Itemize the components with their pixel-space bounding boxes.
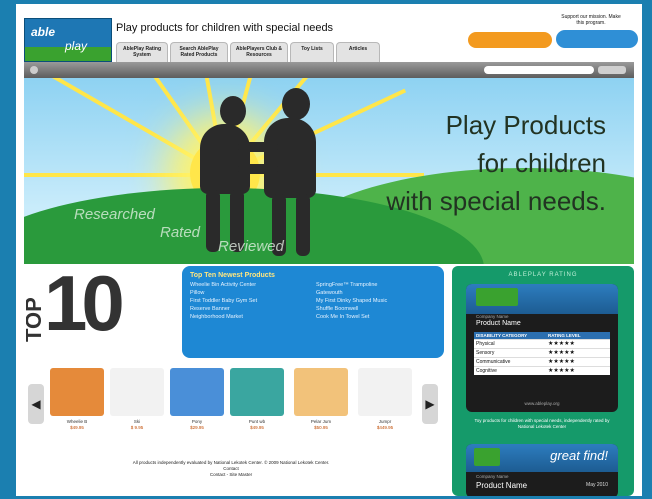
svg-text:TOP: TOP — [26, 297, 44, 342]
ratings-table: DISABILITY CATEGORY RATING LEVEL Physica… — [474, 332, 610, 375]
tab-articles[interactable]: Articles — [336, 42, 380, 62]
star-icons: ★★★★★ — [548, 368, 575, 374]
newest-item[interactable]: My First Dinky Shaped Music — [316, 298, 436, 304]
hero-title: Play Products for children with special … — [386, 110, 606, 216]
logo-text-play: play — [65, 39, 88, 53]
carousel-product[interactable]: Jumpr $449.95 — [358, 368, 412, 430]
top10-graphic: TOP 10 — [26, 259, 186, 348]
hero-word-reviewed: Reviewed — [218, 238, 284, 255]
carousel-product[interactable]: Ski $ 9.95 — [110, 368, 164, 430]
ableplay-logo[interactable]: able play — [24, 18, 112, 62]
card-logo — [476, 288, 518, 306]
newest-item[interactable]: Shuffle Boomwell — [316, 306, 436, 312]
newest-item[interactable]: Reserve Banner — [190, 306, 310, 312]
hero-banner: Play Products for children with special … — [24, 78, 634, 264]
carousel-product[interactable]: Pelar Jum $50.95 — [294, 368, 348, 430]
product-image[interactable] — [294, 368, 348, 416]
carousel-next-button[interactable]: ▶ — [422, 384, 438, 424]
search-button[interactable] — [598, 66, 626, 74]
hero-word-rated: Rated — [160, 224, 201, 241]
tab-players-club[interactable]: AblePlayers Club & Resources — [230, 42, 288, 62]
top10-number: 10 — [44, 259, 125, 347]
tab-toy-lists[interactable]: Toy Lists — [290, 42, 334, 62]
carousel-product[interactable]: Punt wb $49.95 — [230, 368, 284, 430]
product-image[interactable] — [110, 368, 164, 416]
carousel-product[interactable]: Wheelie B $49.95 — [50, 368, 104, 430]
page-frame: able play Play products for children wit… — [16, 4, 642, 496]
home-icon[interactable] — [30, 66, 38, 74]
top-label: TOP — [26, 297, 44, 342]
tab-rating-system[interactable]: AblePlay Rating System — [116, 42, 168, 62]
ratings-row: Cognitive ★★★★★ — [474, 366, 610, 375]
blue-header-button[interactable] — [556, 30, 638, 48]
panel-title: ABLEPLAY RATING — [508, 272, 578, 278]
hero-word-researched: Researched — [74, 206, 155, 223]
logo-text-able: able — [31, 25, 56, 39]
star-icons: ★★★★★ — [548, 350, 575, 356]
ratings-row: Physical ★★★★★ — [474, 339, 610, 348]
ratings-row: Sensory ★★★★★ — [474, 348, 610, 357]
carousel-product[interactable]: Pony $29.95 — [170, 368, 224, 430]
card-product-name: Product Name — [476, 320, 521, 327]
newest-item[interactable]: Gatewouth — [316, 290, 436, 296]
orange-header-button[interactable] — [468, 32, 552, 48]
great-find-card[interactable]: great find! Company Name Product Name Ma… — [466, 444, 618, 496]
newest-item[interactable]: Wheelie Bin Activity Center — [190, 282, 310, 288]
search-input[interactable] — [484, 66, 594, 74]
newest-products-title: Top Ten Newest Products — [190, 272, 275, 279]
newest-products-list: Wheelie Bin Activity Center SpringFree™ … — [190, 282, 436, 320]
card2-logo — [474, 448, 500, 466]
ratings-row: Communicative ★★★★★ — [474, 357, 610, 366]
nav-bar — [24, 62, 634, 78]
site-tagline: Play products for children with special … — [116, 22, 334, 34]
product-image[interactable] — [358, 368, 412, 416]
support-text: Support our mission. Make this program. — [561, 14, 621, 26]
great-find-label: great find! — [550, 448, 608, 463]
star-icons: ★★★★★ — [548, 359, 575, 365]
newest-item[interactable]: SpringFree™ Trampoline — [316, 282, 436, 288]
product-carousel: ◀ Wheelie B $49.95 Ski $ 9.95 Pony $29.9… — [24, 366, 444, 446]
product-image[interactable] — [170, 368, 224, 416]
carousel-prev-button[interactable]: ◀ — [28, 384, 44, 424]
rating-card[interactable]: Company Name Product Name DISABILITY CAT… — [466, 284, 618, 412]
star-icons: ★★★★★ — [548, 341, 575, 347]
rating-panel: ABLEPLAY RATING Company Name Product Nam… — [452, 266, 634, 496]
newest-item[interactable]: First Toddler Baby Gym Set — [190, 298, 310, 304]
card-url: www.ableplay.org — [524, 401, 560, 406]
product-image[interactable] — [230, 368, 284, 416]
main-nav-tabs: AblePlay Rating System Search AblePlay R… — [116, 42, 380, 62]
newest-item[interactable]: Neighborhood Market — [190, 314, 310, 320]
tab-search-products[interactable]: Search AblePlay Rated Products — [170, 42, 228, 62]
newest-item[interactable]: Cook Me In Towel Set — [316, 314, 436, 320]
footer-note: All products independently evaluated by … — [132, 460, 330, 477]
panel-description: Toy products for children with special n… — [474, 418, 610, 429]
newest-item[interactable]: Pillow — [190, 290, 310, 296]
product-image[interactable] — [50, 368, 104, 416]
newest-products-box: Top Ten Newest Products Wheelie Bin Acti… — [182, 266, 444, 358]
